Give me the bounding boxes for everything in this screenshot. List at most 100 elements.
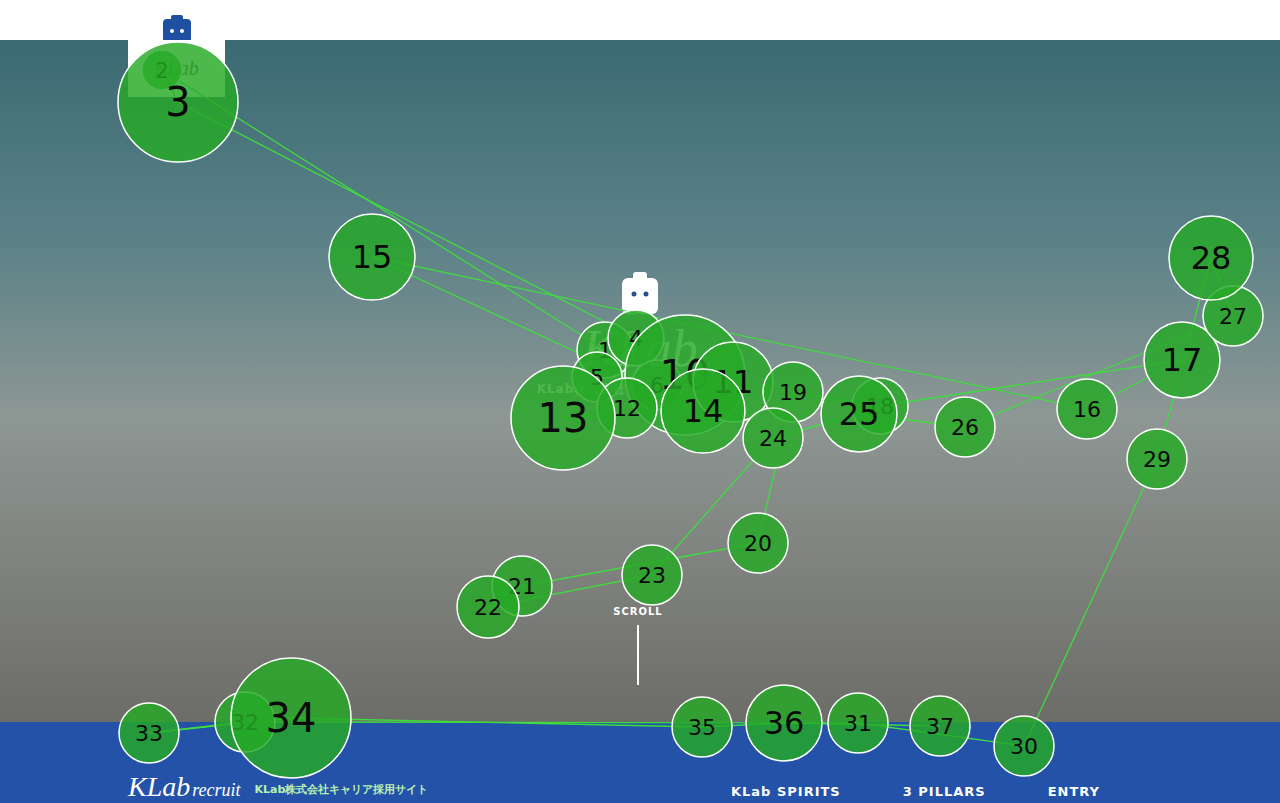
svg-text:34: 34 bbox=[266, 695, 317, 741]
saccade-line bbox=[702, 723, 784, 727]
saccade-line bbox=[627, 382, 733, 408]
fixation: 23 bbox=[622, 545, 682, 605]
saccade-line bbox=[652, 438, 773, 575]
saccade-line bbox=[657, 375, 685, 385]
svg-text:17: 17 bbox=[1162, 341, 1203, 379]
saccade-line bbox=[488, 575, 652, 607]
svg-text:14: 14 bbox=[683, 392, 724, 430]
saccade-line bbox=[149, 718, 291, 733]
brand-logo[interactable]: KLabrecruit bbox=[128, 771, 241, 803]
svg-text:35: 35 bbox=[688, 715, 716, 740]
svg-text:37: 37 bbox=[926, 714, 954, 739]
saccade-line bbox=[758, 392, 793, 543]
svg-text:1: 1 bbox=[598, 338, 612, 363]
svg-text:30: 30 bbox=[1010, 734, 1038, 759]
svg-text:31: 31 bbox=[844, 711, 872, 736]
saccade-line bbox=[245, 722, 858, 723]
svg-text:33: 33 bbox=[135, 721, 163, 746]
fixation: 15 bbox=[329, 214, 415, 300]
fixation: 28 bbox=[1169, 216, 1253, 300]
saccade-line bbox=[372, 257, 703, 411]
saccade-line bbox=[178, 102, 636, 338]
hero-video: KLab KLab株式会社キャリア採用サイト SCROLL bbox=[0, 40, 1280, 722]
svg-text:18: 18 bbox=[866, 394, 894, 419]
fixation: 12 bbox=[597, 378, 657, 438]
saccade-line bbox=[522, 543, 758, 586]
svg-text:20: 20 bbox=[744, 531, 772, 556]
saccade-line bbox=[597, 377, 657, 385]
fixation: 11 bbox=[693, 342, 773, 422]
svg-text:32: 32 bbox=[231, 710, 259, 735]
svg-text:2: 2 bbox=[155, 58, 169, 83]
fixation: 34 bbox=[231, 658, 351, 778]
saccade-line bbox=[1157, 258, 1211, 459]
svg-text:19: 19 bbox=[779, 380, 807, 405]
fixation: 35 bbox=[672, 697, 732, 757]
svg-text:16: 16 bbox=[1073, 397, 1101, 422]
fixation: 24 bbox=[743, 408, 803, 468]
mascot-icon bbox=[618, 272, 662, 316]
saccade-line bbox=[965, 316, 1233, 427]
svg-text:6: 6 bbox=[650, 373, 664, 398]
saccade-line bbox=[597, 338, 636, 377]
fixation: 27 bbox=[1203, 286, 1263, 346]
fixation: 33 bbox=[119, 703, 179, 763]
fixation: 4 bbox=[608, 310, 664, 366]
gaze-plot: 1234561011121314151617181920212223242526… bbox=[0, 0, 1280, 803]
fixation: 17 bbox=[1144, 322, 1220, 398]
svg-text:10: 10 bbox=[660, 352, 711, 398]
saccade-line bbox=[162, 70, 178, 102]
nav-item[interactable]: ENTRY bbox=[1048, 784, 1100, 799]
fixation: 19 bbox=[763, 362, 823, 422]
scroll-indicator[interactable]: SCROLL bbox=[612, 606, 664, 685]
fixation: 25 bbox=[821, 376, 897, 452]
scroll-line bbox=[637, 625, 639, 685]
nav-item[interactable]: KLab SPIRITS bbox=[731, 784, 841, 799]
svg-text:21: 21 bbox=[508, 574, 536, 599]
svg-text:28: 28 bbox=[1191, 239, 1232, 277]
saccade-line bbox=[859, 414, 965, 427]
saccade-line bbox=[563, 408, 627, 418]
saccade-line bbox=[1087, 360, 1182, 409]
hero-subtitle: KLab株式会社キャリア採用サイト bbox=[537, 381, 744, 398]
fixation: 32 bbox=[215, 692, 275, 752]
fixation: 21 bbox=[492, 556, 552, 616]
saccade-line bbox=[291, 718, 702, 727]
mascot-icon bbox=[160, 15, 194, 43]
top-bar bbox=[0, 0, 1280, 40]
header-logo[interactable]: KLab bbox=[128, 15, 225, 97]
saccade-line bbox=[685, 375, 733, 382]
svg-text:11: 11 bbox=[713, 363, 754, 401]
fixation: 29 bbox=[1127, 429, 1187, 489]
svg-text:12: 12 bbox=[613, 396, 641, 421]
saccade-line bbox=[1024, 459, 1157, 746]
saccade-line bbox=[149, 722, 245, 733]
fixation: 3 bbox=[118, 42, 238, 162]
nav-item[interactable]: 3 PILLARS bbox=[903, 784, 986, 799]
svg-text:24: 24 bbox=[759, 426, 787, 451]
svg-text:13: 13 bbox=[538, 395, 589, 441]
page: KLab KLab株式会社キャリア採用サイト SCROLL KLabrecrui… bbox=[0, 0, 1280, 803]
svg-text:25: 25 bbox=[839, 395, 880, 433]
fixation: 16 bbox=[1057, 379, 1117, 439]
tagline: KLab株式会社キャリア採用サイト bbox=[255, 782, 429, 803]
fixation: 6 bbox=[632, 360, 682, 410]
saccade-line bbox=[773, 414, 859, 438]
svg-text:4: 4 bbox=[629, 326, 643, 351]
main-nav: KLab SPIRITS 3 PILLARS ENTRY bbox=[731, 784, 1100, 803]
hero-logo: KLab KLab株式会社キャリア採用サイト bbox=[537, 272, 744, 398]
saccade-line bbox=[784, 723, 940, 726]
fixation: 22 bbox=[457, 576, 519, 638]
fixation: 31 bbox=[828, 693, 888, 753]
fixation: 5 bbox=[572, 352, 622, 402]
fixation: 2 bbox=[142, 50, 182, 90]
fixation: 36 bbox=[746, 685, 822, 761]
saccade-line bbox=[162, 70, 605, 350]
fixation: 13 bbox=[511, 366, 615, 470]
fixation: 26 bbox=[935, 397, 995, 457]
svg-text:5: 5 bbox=[590, 365, 604, 390]
svg-text:23: 23 bbox=[638, 563, 666, 588]
saccade-line bbox=[563, 411, 703, 418]
svg-text:36: 36 bbox=[764, 704, 805, 742]
bottom-bar: KLabrecruit KLab株式会社キャリア採用サイト KLab SPIRI… bbox=[0, 722, 1280, 803]
